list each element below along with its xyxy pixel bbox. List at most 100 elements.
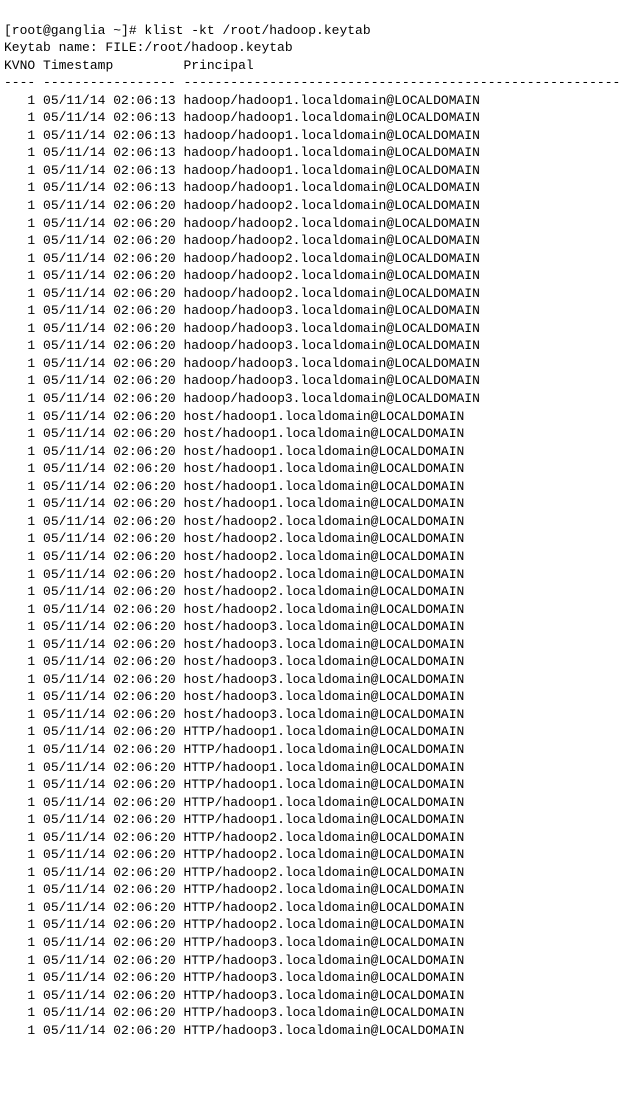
keytab-entry: 1 05/11/14 02:06:13 hadoop/hadoop1.local… <box>4 144 628 162</box>
keytab-entry: 1 05/11/14 02:06:20 host/hadoop1.localdo… <box>4 443 628 461</box>
timestamp-cell: 05/11/14 02:06:20 <box>43 934 176 952</box>
principal-cell: HTTP/hadoop1.localdomain@LOCALDOMAIN <box>183 759 464 777</box>
keytab-entry: 1 05/11/14 02:06:13 hadoop/hadoop1.local… <box>4 179 628 197</box>
timestamp-cell: 05/11/14 02:06:20 <box>43 250 176 268</box>
kvno-cell: 1 <box>4 355 35 373</box>
kvno-cell: 1 <box>4 425 35 443</box>
timestamp-cell: 05/11/14 02:06:20 <box>43 1022 176 1040</box>
principal-cell: hadoop/hadoop1.localdomain@LOCALDOMAIN <box>183 92 479 110</box>
separator-line: ---- ----------------- -----------------… <box>4 75 620 90</box>
timestamp-cell: 05/11/14 02:06:20 <box>43 548 176 566</box>
keytab-entry: 1 05/11/14 02:06:20 HTTP/hadoop1.localdo… <box>4 741 628 759</box>
shell-prompt: [root@ganglia ~]# klist -kt /root/hadoop… <box>4 23 371 38</box>
principal-cell: hadoop/hadoop1.localdomain@LOCALDOMAIN <box>183 109 479 127</box>
kvno-cell: 1 <box>4 987 35 1005</box>
principal-cell: hadoop/hadoop3.localdomain@LOCALDOMAIN <box>183 355 479 373</box>
timestamp-cell: 05/11/14 02:06:20 <box>43 443 176 461</box>
timestamp-cell: 05/11/14 02:06:13 <box>43 179 176 197</box>
principal-cell: host/hadoop3.localdomain@LOCALDOMAIN <box>183 688 464 706</box>
kvno-cell: 1 <box>4 302 35 320</box>
timestamp-cell: 05/11/14 02:06:20 <box>43 232 176 250</box>
keytab-entry: 1 05/11/14 02:06:20 hadoop/hadoop3.local… <box>4 320 628 338</box>
kvno-cell: 1 <box>4 846 35 864</box>
principal-cell: hadoop/hadoop1.localdomain@LOCALDOMAIN <box>183 127 479 145</box>
timestamp-cell: 05/11/14 02:06:20 <box>43 846 176 864</box>
kvno-cell: 1 <box>4 811 35 829</box>
timestamp-cell: 05/11/14 02:06:20 <box>43 530 176 548</box>
keytab-entry: 1 05/11/14 02:06:20 HTTP/hadoop2.localdo… <box>4 829 628 847</box>
keytab-entry: 1 05/11/14 02:06:20 HTTP/hadoop3.localdo… <box>4 934 628 952</box>
keytab-entry: 1 05/11/14 02:06:20 hadoop/hadoop3.local… <box>4 372 628 390</box>
timestamp-cell: 05/11/14 02:06:20 <box>43 688 176 706</box>
kvno-cell: 1 <box>4 618 35 636</box>
keytab-entry: 1 05/11/14 02:06:20 host/hadoop3.localdo… <box>4 706 628 724</box>
principal-cell: HTTP/hadoop3.localdomain@LOCALDOMAIN <box>183 987 464 1005</box>
kvno-cell: 1 <box>4 197 35 215</box>
kvno-cell: 1 <box>4 566 35 584</box>
timestamp-cell: 05/11/14 02:06:20 <box>43 1004 176 1022</box>
keytab-entry: 1 05/11/14 02:06:20 HTTP/hadoop2.localdo… <box>4 864 628 882</box>
kvno-cell: 1 <box>4 443 35 461</box>
kvno-cell: 1 <box>4 513 35 531</box>
timestamp-cell: 05/11/14 02:06:20 <box>43 952 176 970</box>
principal-cell: hadoop/hadoop1.localdomain@LOCALDOMAIN <box>183 144 479 162</box>
keytab-entry: 1 05/11/14 02:06:20 hadoop/hadoop2.local… <box>4 215 628 233</box>
kvno-cell: 1 <box>4 179 35 197</box>
keytab-entry: 1 05/11/14 02:06:20 host/hadoop3.localdo… <box>4 671 628 689</box>
kvno-cell: 1 <box>4 601 35 619</box>
keytab-entry: 1 05/11/14 02:06:20 HTTP/hadoop3.localdo… <box>4 1022 628 1040</box>
principal-cell: hadoop/hadoop3.localdomain@LOCALDOMAIN <box>183 302 479 320</box>
kvno-cell: 1 <box>4 495 35 513</box>
kvno-cell: 1 <box>4 776 35 794</box>
timestamp-cell: 05/11/14 02:06:20 <box>43 741 176 759</box>
timestamp-cell: 05/11/14 02:06:20 <box>43 302 176 320</box>
keytab-entry: 1 05/11/14 02:06:20 HTTP/hadoop1.localdo… <box>4 723 628 741</box>
kvno-cell: 1 <box>4 162 35 180</box>
kvno-cell: 1 <box>4 408 35 426</box>
kvno-cell: 1 <box>4 881 35 899</box>
timestamp-cell: 05/11/14 02:06:20 <box>43 267 176 285</box>
principal-cell: hadoop/hadoop2.localdomain@LOCALDOMAIN <box>183 267 479 285</box>
keytab-entry: 1 05/11/14 02:06:13 hadoop/hadoop1.local… <box>4 162 628 180</box>
keytab-entry: 1 05/11/14 02:06:20 HTTP/hadoop3.localdo… <box>4 1004 628 1022</box>
principal-cell: HTTP/hadoop1.localdomain@LOCALDOMAIN <box>183 794 464 812</box>
keytab-entry: 1 05/11/14 02:06:20 HTTP/hadoop2.localdo… <box>4 899 628 917</box>
kvno-cell: 1 <box>4 144 35 162</box>
keytab-entry: 1 05/11/14 02:06:20 hadoop/hadoop3.local… <box>4 390 628 408</box>
keytab-entry: 1 05/11/14 02:06:20 hadoop/hadoop2.local… <box>4 267 628 285</box>
timestamp-cell: 05/11/14 02:06:20 <box>43 794 176 812</box>
kvno-cell: 1 <box>4 969 35 987</box>
kvno-cell: 1 <box>4 127 35 145</box>
timestamp-cell: 05/11/14 02:06:13 <box>43 162 176 180</box>
keytab-entry: 1 05/11/14 02:06:13 hadoop/hadoop1.local… <box>4 127 628 145</box>
keytab-entry: 1 05/11/14 02:06:20 HTTP/hadoop1.localdo… <box>4 811 628 829</box>
timestamp-cell: 05/11/14 02:06:20 <box>43 759 176 777</box>
timestamp-cell: 05/11/14 02:06:20 <box>43 372 176 390</box>
timestamp-cell: 05/11/14 02:06:20 <box>43 881 176 899</box>
kvno-cell: 1 <box>4 390 35 408</box>
keytab-entry: 1 05/11/14 02:06:20 HTTP/hadoop3.localdo… <box>4 952 628 970</box>
timestamp-cell: 05/11/14 02:06:20 <box>43 864 176 882</box>
timestamp-cell: 05/11/14 02:06:20 <box>43 337 176 355</box>
kvno-cell: 1 <box>4 636 35 654</box>
principal-cell: host/hadoop1.localdomain@LOCALDOMAIN <box>183 478 464 496</box>
principal-cell: HTTP/hadoop3.localdomain@LOCALDOMAIN <box>183 969 464 987</box>
keytab-entry: 1 05/11/14 02:06:20 HTTP/hadoop3.localdo… <box>4 969 628 987</box>
timestamp-cell: 05/11/14 02:06:20 <box>43 653 176 671</box>
principal-cell: host/hadoop2.localdomain@LOCALDOMAIN <box>183 566 464 584</box>
kvno-cell: 1 <box>4 688 35 706</box>
kvno-cell: 1 <box>4 916 35 934</box>
timestamp-cell: 05/11/14 02:06:20 <box>43 425 176 443</box>
principal-cell: HTTP/hadoop2.localdomain@LOCALDOMAIN <box>183 881 464 899</box>
column-headers: KVNO Timestamp Principal <box>4 58 254 73</box>
timestamp-cell: 05/11/14 02:06:20 <box>43 390 176 408</box>
timestamp-cell: 05/11/14 02:06:20 <box>43 460 176 478</box>
principal-cell: hadoop/hadoop1.localdomain@LOCALDOMAIN <box>183 179 479 197</box>
principal-cell: HTTP/hadoop3.localdomain@LOCALDOMAIN <box>183 934 464 952</box>
principal-cell: host/hadoop1.localdomain@LOCALDOMAIN <box>183 408 464 426</box>
principal-cell: HTTP/hadoop1.localdomain@LOCALDOMAIN <box>183 741 464 759</box>
kvno-cell: 1 <box>4 250 35 268</box>
kvno-cell: 1 <box>4 829 35 847</box>
principal-cell: host/hadoop2.localdomain@LOCALDOMAIN <box>183 548 464 566</box>
timestamp-cell: 05/11/14 02:06:20 <box>43 723 176 741</box>
